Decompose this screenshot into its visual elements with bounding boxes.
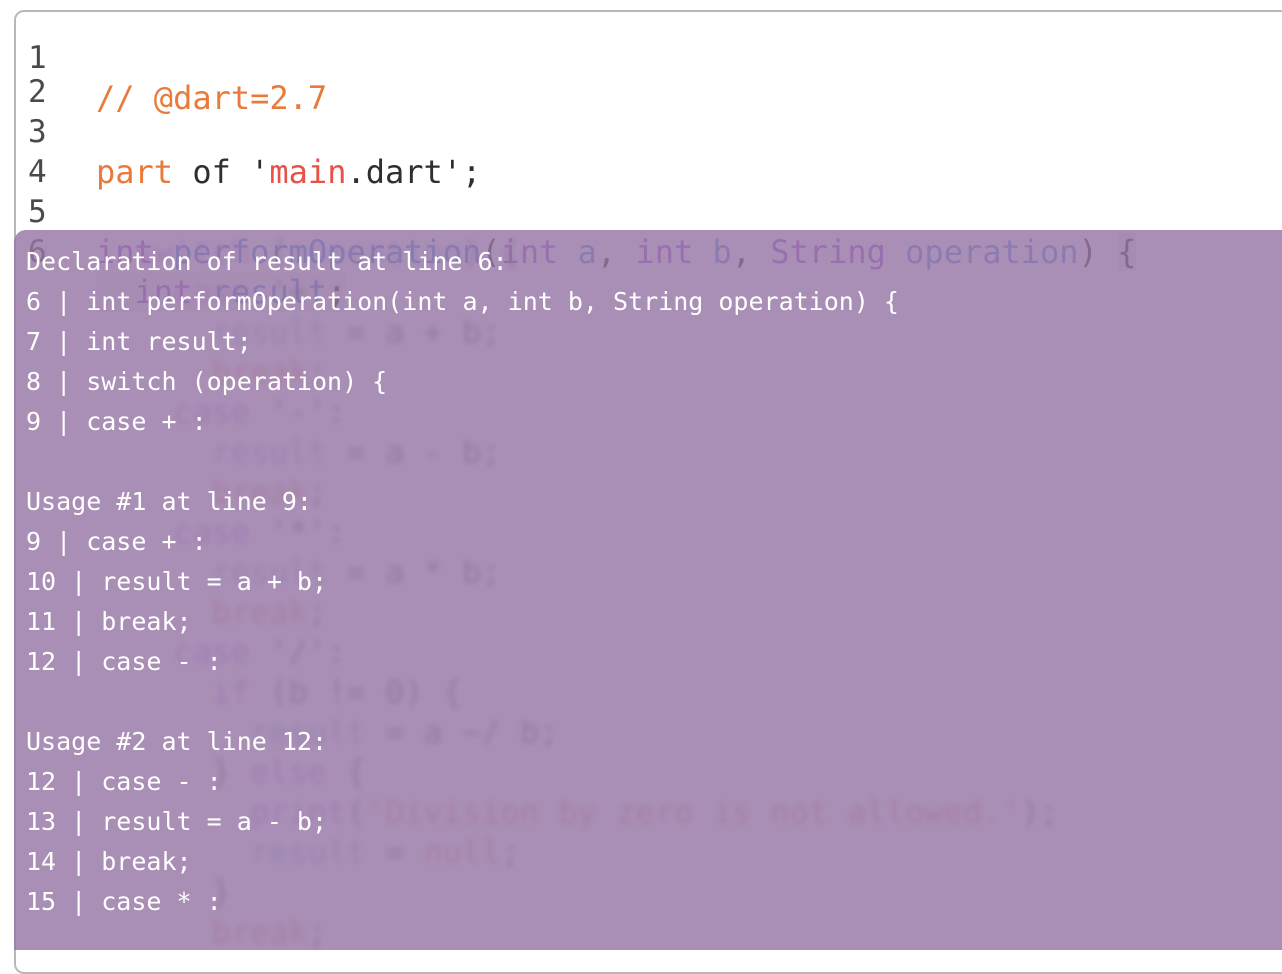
- popup-line: 9 | case + :: [26, 527, 207, 556]
- popup-line: 9 | case + :: [26, 407, 207, 436]
- popup-line: 12 | case - :: [26, 767, 222, 796]
- popup-line: 10 | result = a + b;: [26, 567, 328, 596]
- popup-line: 7 | int result;: [26, 327, 252, 356]
- popup-line: Declaration of result at line 6:: [26, 247, 508, 276]
- popup-line: Usage #2 at line 12:: [26, 727, 328, 756]
- popup-line: 6 | int performOperation(int a, int b, S…: [26, 287, 899, 316]
- popup-line: 12 | case - :: [26, 647, 222, 676]
- popup-line: 11 | break;: [26, 607, 192, 636]
- popup-line: 15 | case * :: [26, 887, 222, 916]
- usages-popup: Declaration of result at line 6: 6 | int…: [14, 230, 1282, 950]
- popup-line: 13 | result = a - b;: [26, 807, 328, 836]
- popup-line: Usage #1 at line 9:: [26, 487, 312, 516]
- popup-line: 14 | break;: [26, 847, 192, 876]
- popup-line: 8 | switch (operation) {: [26, 367, 388, 396]
